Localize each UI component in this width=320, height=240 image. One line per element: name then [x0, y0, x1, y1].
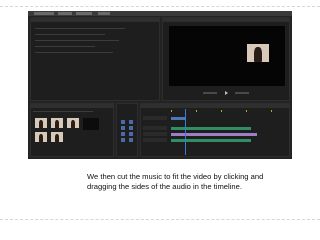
program-video-frame — [247, 44, 269, 62]
pen-tool-icon[interactable] — [129, 132, 133, 136]
bottom-divider — [0, 219, 320, 220]
media-thumbnail-5[interactable] — [51, 132, 63, 142]
razor-tool-icon[interactable] — [129, 126, 133, 130]
media-thumbnail-6[interactable] — [83, 118, 99, 130]
project-panel — [30, 103, 114, 157]
ripple-edit-tool-icon[interactable] — [121, 126, 125, 130]
program-monitor-panel — [162, 17, 290, 101]
timeline-panel — [140, 103, 290, 157]
track-header-v1[interactable] — [143, 116, 167, 120]
play-icon[interactable] — [225, 91, 228, 95]
tools-panel — [116, 103, 138, 157]
program-monitor-screen — [169, 26, 285, 86]
video-clip[interactable] — [171, 117, 185, 120]
audio-clip-a1[interactable] — [171, 127, 251, 130]
track-header-a2[interactable] — [143, 132, 167, 136]
track-header-a3[interactable] — [143, 138, 167, 142]
workspace-bar — [28, 11, 292, 16]
audio-clip-a3[interactable] — [171, 139, 251, 142]
zoom-tool-icon[interactable] — [129, 138, 133, 142]
slip-tool-icon[interactable] — [121, 132, 125, 136]
track-header-a1[interactable] — [143, 126, 167, 130]
top-divider — [0, 6, 320, 7]
track-select-tool-icon[interactable] — [129, 120, 133, 124]
media-thumbnail-2[interactable] — [51, 118, 63, 128]
timeline-playhead[interactable] — [185, 109, 186, 155]
premiere-screenshot — [28, 11, 292, 159]
slide-caption: We then cut the music to fit the video b… — [87, 172, 264, 191]
media-thumbnail-3[interactable] — [67, 118, 79, 128]
source-monitor-panel — [30, 17, 160, 101]
music-clip-a2[interactable] — [171, 133, 257, 136]
media-thumbnail-4[interactable] — [35, 132, 47, 142]
media-thumbnail-1[interactable] — [35, 118, 47, 128]
hand-tool-icon[interactable] — [121, 138, 125, 142]
selection-tool-icon[interactable] — [121, 120, 125, 124]
